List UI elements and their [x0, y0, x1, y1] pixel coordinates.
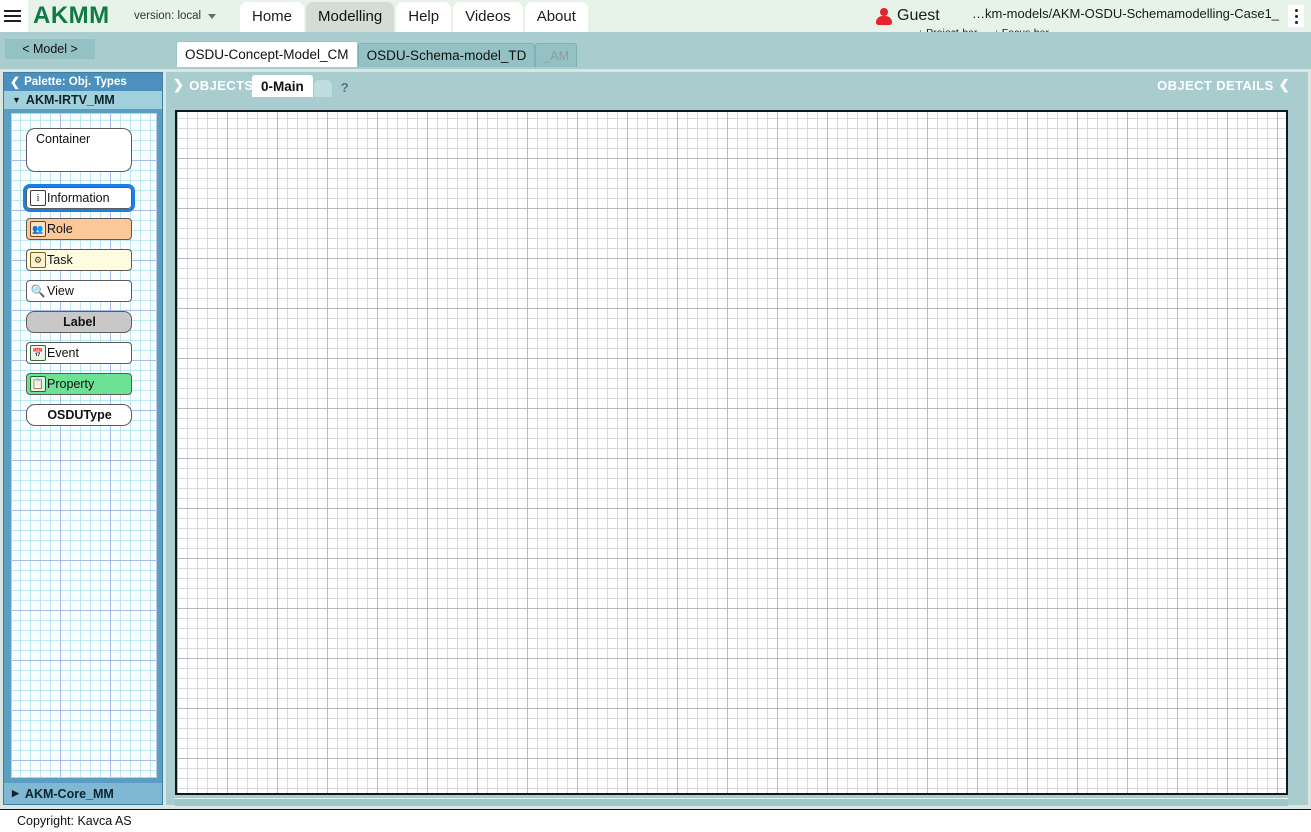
palette-item-label: OSDUType [47, 408, 112, 422]
chevron-left-icon: ❮ [1278, 77, 1290, 92]
task-gear-icon: ⚙ [30, 252, 46, 268]
model-tab-schema-model[interactable]: OSDU-Schema-model_TD [357, 43, 536, 67]
user-icon-head [880, 7, 888, 16]
palette-item-osdutype[interactable]: OSDUType [26, 404, 132, 426]
objects-toggle-label: OBJECTS [189, 77, 254, 93]
palette-item-label: View [47, 284, 74, 298]
palette-item-label: Event [47, 346, 79, 360]
palette-group-label: AKM-IRTV_MM [25, 93, 115, 107]
palette-group-label: AKM-Core_MM [24, 786, 114, 801]
palette-item-label: Task [47, 253, 73, 267]
palette-item-label-type[interactable]: Label [26, 311, 132, 333]
info-icon: i [30, 190, 46, 206]
palette-item-task[interactable]: ⚙ Task [26, 249, 132, 271]
chevron-down-icon [208, 13, 217, 19]
clipboard-icon: 📋 [30, 376, 46, 392]
more-vertical-icon[interactable] [1288, 5, 1304, 27]
palette-item-label: Role [47, 222, 73, 236]
triangle-down-icon: ▼ [12, 95, 21, 105]
model-tabs: OSDU-Concept-Model_CM OSDU-Schema-model_… [176, 41, 578, 67]
palette-group-akm-irtv[interactable]: ▼ AKM-IRTV_MM [4, 91, 162, 109]
canvas-tab-help[interactable]: ? [332, 77, 357, 97]
footer-bar: Copyright: Kavca AS [0, 809, 1311, 832]
palette-item-container[interactable]: Container [26, 128, 132, 172]
user-icon-body [876, 15, 892, 25]
objects-panel-toggle[interactable]: ❯ OBJECTS [173, 77, 254, 93]
model-tab-concept-model[interactable]: OSDU-Concept-Model_CM [176, 41, 358, 67]
version-label: version: local [134, 10, 202, 22]
details-toggle-label: OBJECT DETAILS [1157, 77, 1274, 93]
app-brand-logo: AKMM [33, 2, 110, 29]
menu-item-about[interactable]: About [524, 2, 588, 32]
menu-item-modelling[interactable]: Modelling [306, 2, 395, 32]
hamburger-line [4, 15, 21, 17]
palette-item-label: Property [47, 377, 95, 391]
chevron-left-icon: ❮ [10, 75, 21, 89]
chevron-right-icon: ❯ [173, 77, 185, 92]
palette-item-role[interactable]: 👥 Role [26, 218, 132, 240]
magnifier-icon: 🔍 [30, 284, 46, 298]
model-navigator-button[interactable]: < Model > [5, 39, 95, 59]
kebab-dot [1294, 8, 1298, 12]
palette-item-label: Label [63, 315, 96, 329]
calendar-icon: 📅 [30, 345, 46, 361]
copyright-label: Copyright: Kavca AS [17, 814, 132, 828]
palette-item-information[interactable]: i Information [23, 184, 135, 212]
palette-canvas[interactable]: Container i Information 👥 Role ⚙ Task 🔍 … [11, 113, 157, 778]
hamburger-menu-icon[interactable] [4, 6, 24, 26]
main-canvas-panel: ❯ OBJECTS 0-Main ? OBJECT DETAILS ❮ [166, 72, 1308, 807]
palette-item-property[interactable]: 📋 Property [26, 373, 132, 395]
main-menu-tabs: Home Modelling Help Videos About [240, 1, 590, 32]
top-menu-bar: AKMM version: local Home Modelling Help … [0, 0, 1311, 39]
triangle-right-icon: ▶ [12, 788, 19, 798]
menu-item-home[interactable]: Home [240, 2, 305, 32]
project-bar: < Model > OSDU-Concept-Model_CM OSDU-Sch… [0, 32, 1311, 98]
palette-panel: ❮ Palette: Obj. Types ▼ AKM-IRTV_MM Cont… [3, 72, 163, 805]
user-icon [875, 7, 893, 25]
version-selector[interactable]: version: local [134, 10, 217, 22]
user-account[interactable]: Guest [875, 2, 940, 29]
hamburger-line [4, 20, 21, 22]
canvas-tab-0-main[interactable]: 0-Main [252, 75, 313, 97]
palette-header-label: Palette: Obj. Types [24, 76, 127, 88]
hamburger-line [4, 10, 21, 12]
user-name-label: Guest [897, 6, 940, 24]
canvas-grid [177, 112, 1286, 793]
palette-item-label: Information [47, 191, 110, 205]
palette-header[interactable]: ❮ Palette: Obj. Types [4, 73, 162, 91]
kebab-dot [1294, 20, 1298, 24]
diagram-canvas[interactable] [175, 110, 1288, 795]
canvas-panel-header: ❯ OBJECTS 0-Main ? OBJECT DETAILS ❮ [166, 72, 1308, 100]
menu-item-videos[interactable]: Videos [453, 2, 523, 32]
workspace: ❮ Palette: Obj. Types ▼ AKM-IRTV_MM Cont… [0, 69, 1311, 809]
canvas-tab-new[interactable] [312, 79, 333, 97]
canvas-tabs: 0-Main ? [252, 75, 357, 97]
kebab-dot [1294, 14, 1298, 18]
palette-group-akm-core[interactable]: ▶ AKM-Core_MM [4, 782, 162, 804]
palette-item-view[interactable]: 🔍 View [26, 280, 132, 302]
palette-item-event[interactable]: 📅 Event [26, 342, 132, 364]
role-people-icon: 👥 [30, 221, 46, 237]
project-path-label[interactable]: …km-models/AKM-OSDU-Schemamodelling-Case… [968, 3, 1280, 24]
palette-item-label: Container [36, 132, 91, 146]
menu-item-help[interactable]: Help [396, 2, 452, 32]
model-tab-am[interactable]: _AM [535, 43, 578, 67]
object-details-panel-toggle[interactable]: OBJECT DETAILS ❮ [1157, 77, 1290, 93]
